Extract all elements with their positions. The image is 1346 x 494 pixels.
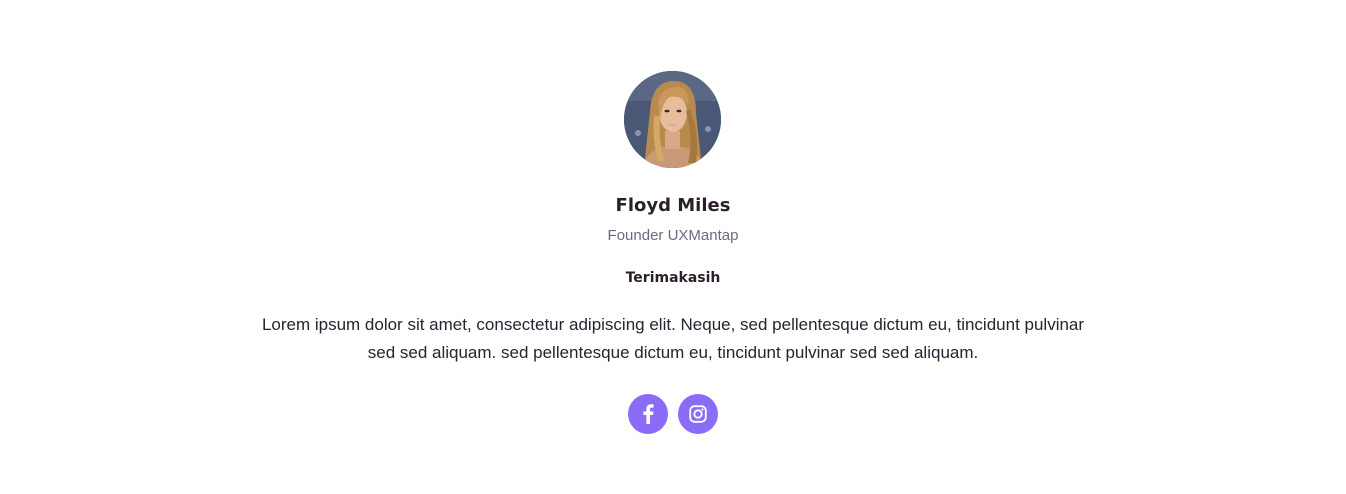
profile-name: Floyd Miles (615, 195, 731, 216)
profile-card: Floyd Miles Founder UXMantap Terimakasih… (0, 0, 1346, 494)
instagram-icon (689, 405, 707, 423)
profile-quote: Lorem ipsum dolor sit amet, consectetur … (261, 315, 1085, 362)
avatar (624, 71, 721, 168)
social-links (628, 394, 718, 434)
instagram-button[interactable] (678, 394, 718, 434)
facebook-button[interactable] (628, 394, 668, 434)
profile-greeting: Terimakasih (625, 270, 721, 286)
facebook-icon (643, 404, 654, 424)
profile-role: Founder UXMantap (607, 227, 739, 244)
